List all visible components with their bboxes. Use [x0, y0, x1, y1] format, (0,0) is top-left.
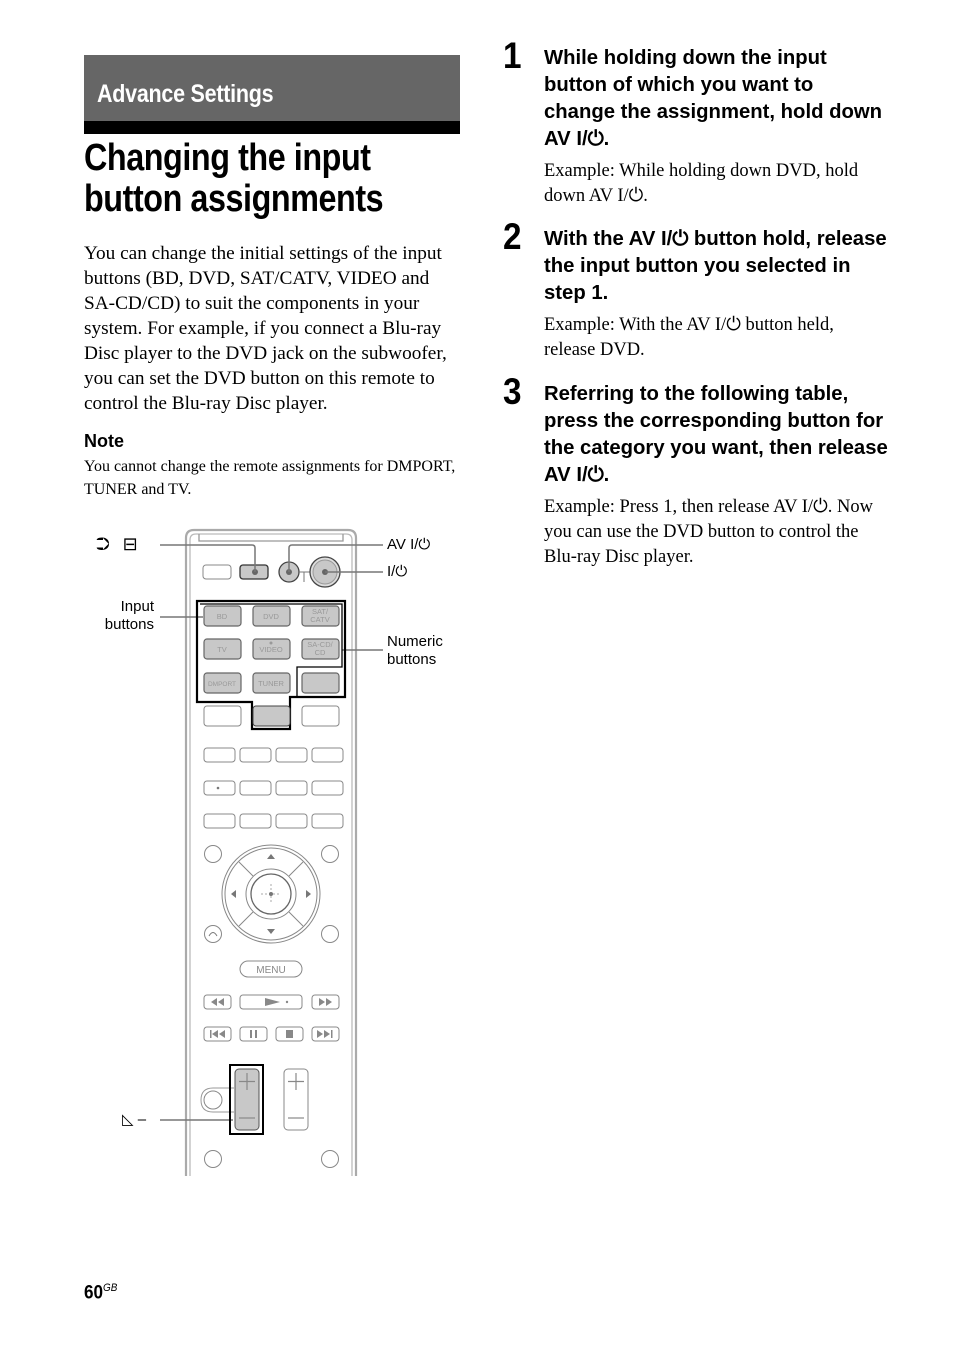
numeric-buttons-callout-line2: buttons — [387, 651, 437, 668]
rewind-button — [203, 994, 232, 1010]
tactile-dot — [216, 786, 220, 790]
bar-button — [203, 813, 236, 829]
label-cd: CD — [315, 648, 326, 657]
bar-button — [311, 780, 344, 796]
label-video: VIDEO — [259, 645, 283, 654]
input-buttons-callout-line2: buttons — [104, 616, 154, 633]
page-number-suffix: GB — [103, 1282, 118, 1294]
dpad-right-arrow — [306, 890, 311, 898]
round-button-top-right — [321, 845, 339, 863]
input-icons-label: ⮊ ⊟ — [96, 534, 142, 554]
round-button-bottom-right — [321, 925, 339, 943]
power-callout: I/⏻ — [387, 563, 408, 580]
numeric-button-left — [203, 705, 242, 727]
label-tv: TV — [217, 645, 227, 654]
page-number: 60GB — [84, 1282, 117, 1304]
remote-diagram: BD DVD SAT/ CATV TV VIDEO SA-CD/ CD DMPO… — [160, 528, 383, 1176]
av-power-callout: AV I/⏻ — [387, 536, 431, 553]
label-dvd: DVD — [263, 612, 279, 621]
bar-button — [239, 780, 272, 796]
numeric-buttons-callout-line1: Numeric — [387, 633, 443, 650]
round-button-bottom-left — [204, 1150, 222, 1168]
dpad-left-arrow — [231, 890, 236, 898]
fast-forward-button — [311, 994, 340, 1010]
bar-button — [275, 747, 308, 763]
bar-button — [203, 780, 236, 796]
bar-button — [239, 813, 272, 829]
numeric-buttons-callout: Numeric buttons — [387, 633, 443, 669]
menu-label: MENU — [256, 965, 285, 976]
bar-button — [203, 747, 236, 763]
label-catv: CATV — [310, 615, 329, 624]
round-button-top-left — [204, 845, 222, 863]
numeric-button-a — [301, 672, 340, 694]
page-number-value: 60 — [84, 1282, 104, 1304]
pause-button — [239, 1026, 268, 1042]
input-buttons-callout-line1: Input — [120, 598, 154, 615]
bar-button — [239, 747, 272, 763]
bar-button — [275, 780, 308, 796]
label-bd: BD — [217, 612, 228, 621]
dpad-up-arrow — [267, 854, 275, 859]
volume-minus-callout: ◺ – — [122, 1111, 147, 1128]
label-dmport: DMPORT — [208, 681, 236, 688]
dpad-down-arrow — [267, 929, 275, 934]
numeric-button-zero — [252, 705, 291, 727]
stop-icon — [286, 1030, 293, 1038]
round-button-bottom-right-2 — [321, 1150, 339, 1168]
bar-button — [311, 813, 344, 829]
return-button — [204, 925, 222, 943]
label-tuner: TUNER — [258, 679, 284, 688]
bar-button — [311, 747, 344, 763]
numeric-button-right — [301, 705, 340, 727]
remote-top-slot — [198, 534, 344, 542]
bar-button — [275, 813, 308, 829]
input-buttons-callout: Input buttons — [96, 598, 154, 634]
top-left-button — [202, 564, 232, 580]
